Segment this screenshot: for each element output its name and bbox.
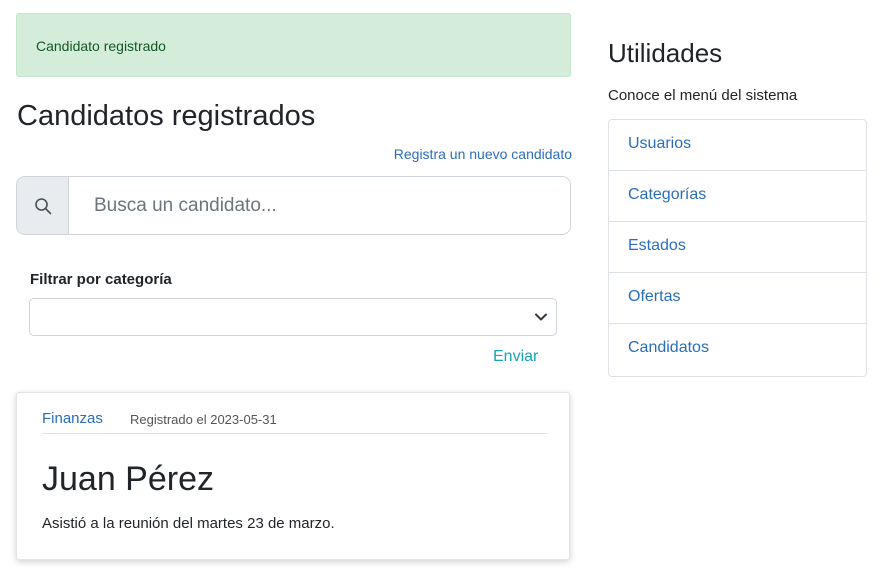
sidebar-subtitle: Conoce el menú del sistema bbox=[608, 87, 798, 104]
success-alert: Candidato registrado bbox=[16, 13, 571, 77]
sidebar-item-usuarios[interactable]: Usuarios bbox=[609, 120, 866, 171]
sidebar-item-label[interactable]: Ofertas bbox=[628, 288, 680, 305]
page-title: Candidatos registrados bbox=[17, 100, 316, 132]
chevron-down-icon bbox=[534, 310, 548, 329]
category-select[interactable] bbox=[29, 298, 557, 336]
send-button[interactable]: Enviar bbox=[493, 348, 538, 366]
search-icon bbox=[17, 177, 69, 234]
sidebar-menu: Usuarios Categorías Estados Ofertas Cand… bbox=[608, 119, 867, 377]
sidebar-item-ofertas[interactable]: Ofertas bbox=[609, 273, 866, 324]
sidebar-item-categorias[interactable]: Categorías bbox=[609, 171, 866, 222]
sidebar-item-label[interactable]: Candidatos bbox=[628, 339, 709, 356]
sidebar-item-label[interactable]: Categorías bbox=[628, 186, 706, 203]
search-bar bbox=[16, 176, 571, 235]
sidebar-item-candidatos[interactable]: Candidatos bbox=[609, 324, 866, 376]
candidate-note: Asistió a la reunión del martes 23 de ma… bbox=[42, 515, 335, 532]
sidebar-item-estados[interactable]: Estados bbox=[609, 222, 866, 273]
candidate-card: Finanzas Registrado el 2023-05-31 Juan P… bbox=[16, 392, 570, 560]
card-meta: Finanzas Registrado el 2023-05-31 bbox=[42, 410, 547, 434]
sidebar-title: Utilidades bbox=[608, 38, 723, 68]
registered-date: Registrado el 2023-05-31 bbox=[130, 412, 277, 427]
candidate-name: Juan Pérez bbox=[42, 460, 214, 498]
sidebar-item-label[interactable]: Estados bbox=[628, 237, 686, 254]
new-candidate-link[interactable]: Registra un nuevo candidato bbox=[394, 146, 572, 162]
sidebar-item-label[interactable]: Usuarios bbox=[628, 135, 691, 152]
alert-message: Candidato registrado bbox=[36, 38, 166, 54]
search-input[interactable] bbox=[69, 177, 570, 234]
category-link[interactable]: Finanzas bbox=[42, 410, 103, 427]
filter-label: Filtrar por categoría bbox=[30, 271, 172, 288]
